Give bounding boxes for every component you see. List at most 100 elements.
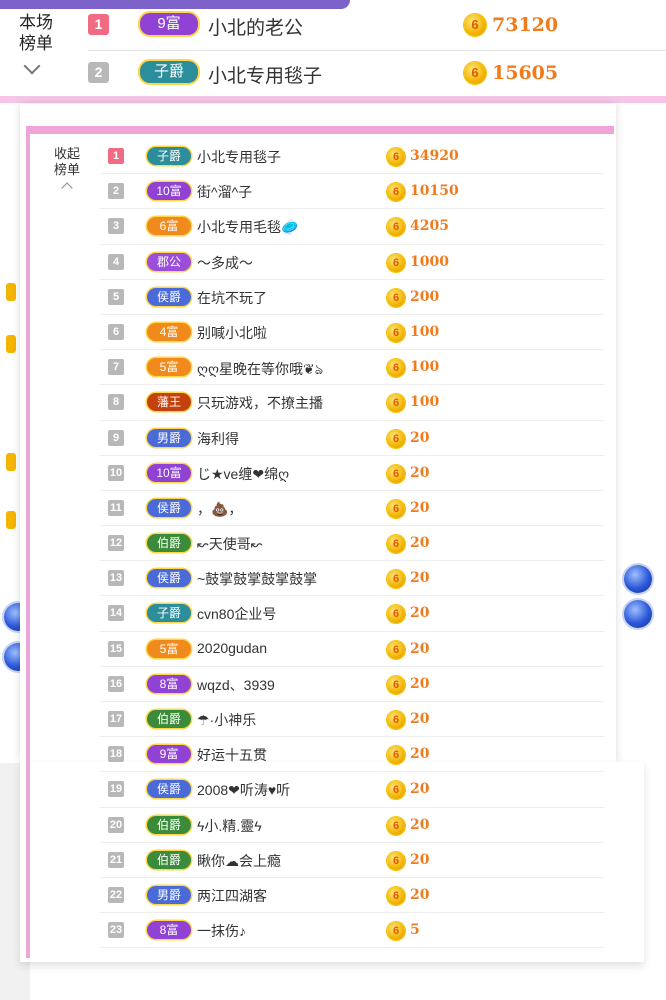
score: 4205: [410, 218, 449, 235]
rank-badge: 18: [108, 746, 124, 763]
tier-badge: 5富: [147, 639, 191, 658]
score: 100: [410, 394, 440, 411]
gift-icon: [6, 283, 16, 301]
list-item[interactable]: 10 10富 じ★ve缠❤绵ღ 6 20: [100, 456, 604, 491]
list-item[interactable]: 21 伯爵 瞅你☁会上瘾 6 20: [100, 843, 604, 878]
tier-badge: 5富: [147, 358, 191, 377]
score: 20: [410, 429, 430, 446]
coin-icon: 6: [387, 148, 405, 166]
tier-badge: 9富: [140, 13, 198, 35]
toggle-label-line1: 本场: [19, 13, 53, 32]
coin-icon: 6: [387, 499, 405, 518]
rank-badge: 8: [108, 394, 124, 411]
header-divider: [0, 96, 666, 103]
user-name: ϟ小.精.靈ϟ: [197, 817, 262, 834]
leaderboard-toggle[interactable]: 本场 榜单: [12, 12, 60, 54]
list-item[interactable]: 20 伯爵 ϟ小.精.靈ϟ 6 20: [100, 808, 604, 843]
list-item[interactable]: 17 伯爵 ☂·小神乐 6 20: [100, 702, 604, 738]
rank-badge: 22: [108, 886, 124, 903]
list-item[interactable]: 2 10富 街^溜^子 6 10150: [100, 174, 604, 210]
rank-badge: 9: [108, 429, 124, 446]
coin-icon: 6: [387, 605, 405, 624]
tier-badge: 侯爵: [147, 780, 191, 799]
score: 20: [410, 851, 430, 868]
list-item[interactable]: 11 侯爵 ，💩， 6 20: [100, 491, 604, 527]
rank-badge: 21: [108, 851, 124, 868]
tier-badge: 伯爵: [147, 710, 191, 728]
list-item[interactable]: 9 男爵 海利得 6 20: [100, 421, 604, 456]
coin-icon: 6: [387, 746, 405, 765]
list-item[interactable]: 4 郡公 ～多成～ 6 1000: [100, 245, 604, 280]
rank-badge: 5: [108, 288, 124, 305]
tier-badge: 10富: [147, 182, 191, 201]
list-item[interactable]: 19 侯爵 2008❤听涛♥听 6 20: [100, 772, 604, 808]
score: 20: [410, 640, 430, 657]
list-item[interactable]: 18 9富 好运十五贯 6 20: [100, 737, 604, 773]
coin-icon: 6: [387, 535, 405, 554]
rank-badge: 1: [108, 148, 124, 164]
list-item[interactable]: 3 6富 小北专用毛毯🥏 6 4205: [100, 209, 604, 245]
list-item[interactable]: 6 4富 别喊小北啦 6 100: [100, 315, 604, 351]
score: 20: [410, 675, 430, 692]
rank-badge: 13: [108, 570, 124, 587]
user-name: 小北专用毛毯🥏: [197, 219, 299, 236]
list-item[interactable]: 16 8富 wqzd、3939 6 20: [100, 667, 604, 702]
tier-badge: 子爵: [140, 61, 198, 83]
collapse-leaderboard-button[interactable]: 收起 榜单: [48, 146, 86, 194]
tier-badge: 侯爵: [147, 287, 191, 306]
list-item[interactable]: 7 5富 ღღ星晚在等你哦❦ঌ 6 100: [100, 350, 604, 386]
list-item[interactable]: 22 男爵 两江四湖客 6 20: [100, 878, 604, 914]
score: 20: [410, 746, 430, 763]
user-name: ღღ星晚在等你哦❦ঌ: [197, 361, 324, 378]
gem-icon: [624, 600, 652, 628]
user-name: 街^溜^子: [197, 184, 253, 201]
user-name: 小北的老公: [208, 18, 304, 39]
popup-top-bar: [26, 126, 614, 134]
chevron-down-icon[interactable]: [23, 57, 41, 75]
gift-icon: [6, 511, 16, 529]
list-item[interactable]: 5 侯爵 在坑不玩了 6 200: [100, 280, 604, 315]
collapse-label-line1: 收起: [53, 146, 80, 161]
tier-badge: 伯爵: [147, 850, 191, 869]
coin-icon: 6: [387, 429, 405, 448]
user-name: 两江四湖客: [197, 887, 267, 904]
score: 20: [410, 816, 430, 833]
coin-icon: 6: [387, 851, 405, 870]
tier-badge: 子爵: [147, 604, 191, 623]
score: 20: [410, 711, 430, 727]
list-item[interactable]: 23 8富 一抹伤♪ 6 5: [100, 913, 604, 949]
top-row[interactable]: 1 9富 小北的老公 6 73120: [88, 3, 666, 47]
list-item[interactable]: 1 子爵 小北专用毯子 6 34920: [100, 139, 604, 175]
user-name: ☂·小神乐: [197, 712, 257, 728]
score: 20: [410, 781, 430, 798]
gem-icon: [624, 565, 652, 593]
user-name: 2008❤听涛♥听: [197, 782, 291, 799]
user-name: じ★ve缠❤绵ღ: [197, 465, 290, 482]
tier-badge: 4富: [147, 322, 191, 341]
score: 20: [410, 464, 430, 481]
user-name: 别喊小北啦: [197, 324, 267, 341]
leaderboard-header: 本场 榜单 1 9富 小北的老公 6 73120 2 子爵 小北专用毯子 6 1…: [0, 0, 666, 100]
list-item[interactable]: 8 藩王 只玩游戏，不撩主播 6 100: [100, 385, 604, 421]
list-item[interactable]: 14 子爵 cvn80企业号 6 20: [100, 596, 604, 632]
toggle-label-line2: 榜单: [19, 34, 53, 53]
tier-badge: 子爵: [147, 147, 191, 165]
coin-icon: 6: [387, 816, 405, 835]
rank-badge: 17: [108, 711, 124, 727]
top-row[interactable]: 2 子爵 小北专用毯子 6 15605: [88, 50, 666, 95]
tier-badge: 8富: [147, 674, 191, 693]
rank-badge: 4: [108, 253, 124, 270]
list-item[interactable]: 15 5富 2020gudan 6 20: [100, 632, 604, 667]
user-name: 好运十五贯: [197, 747, 267, 764]
list-item[interactable]: 13 侯爵 ~鼓掌鼓掌鼓掌鼓掌 6 20: [100, 561, 604, 597]
tier-badge: 郡公: [147, 252, 191, 271]
tier-badge: 侯爵: [147, 569, 191, 588]
tier-badge: 男爵: [147, 428, 191, 447]
user-name: ~鼓掌鼓掌鼓掌鼓掌: [197, 571, 318, 588]
rank-badge: 12: [108, 535, 124, 552]
rank-badge: 20: [108, 816, 124, 833]
coin-icon: 6: [387, 640, 405, 659]
list-item[interactable]: 12 伯爵 ↜天使哥↜ 6 20: [100, 526, 604, 562]
rank-badge: 19: [108, 781, 124, 798]
top-accent-strip: [0, 0, 350, 9]
